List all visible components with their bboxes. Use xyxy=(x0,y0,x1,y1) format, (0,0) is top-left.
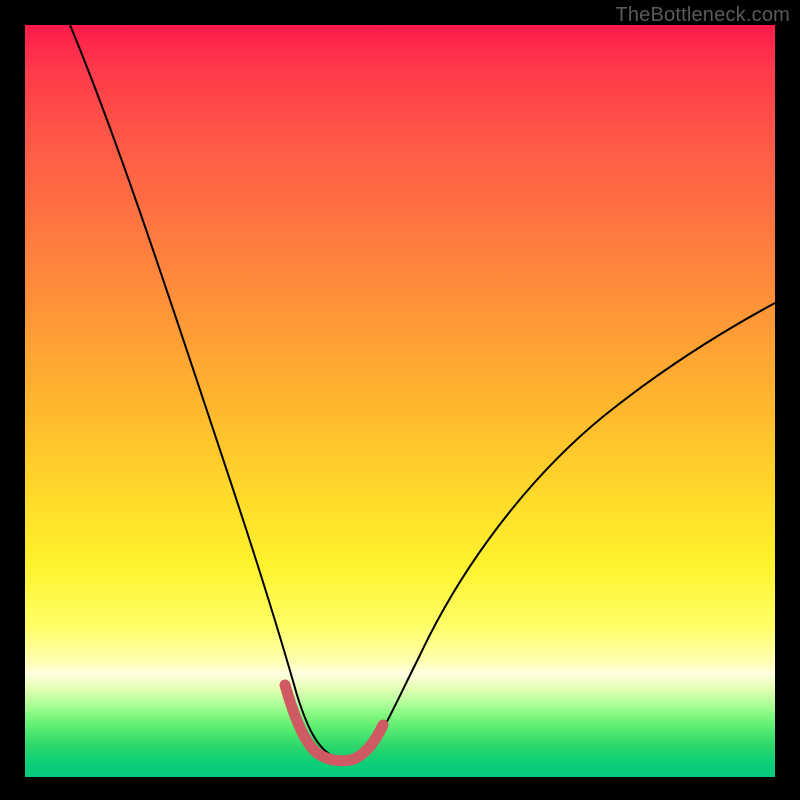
chart-svg xyxy=(25,25,775,777)
watermark-text: TheBottleneck.com xyxy=(615,4,790,27)
bottleneck-highlight-path xyxy=(285,685,383,761)
chart-plot-area xyxy=(25,25,775,777)
bottleneck-curve-path xyxy=(70,25,775,759)
